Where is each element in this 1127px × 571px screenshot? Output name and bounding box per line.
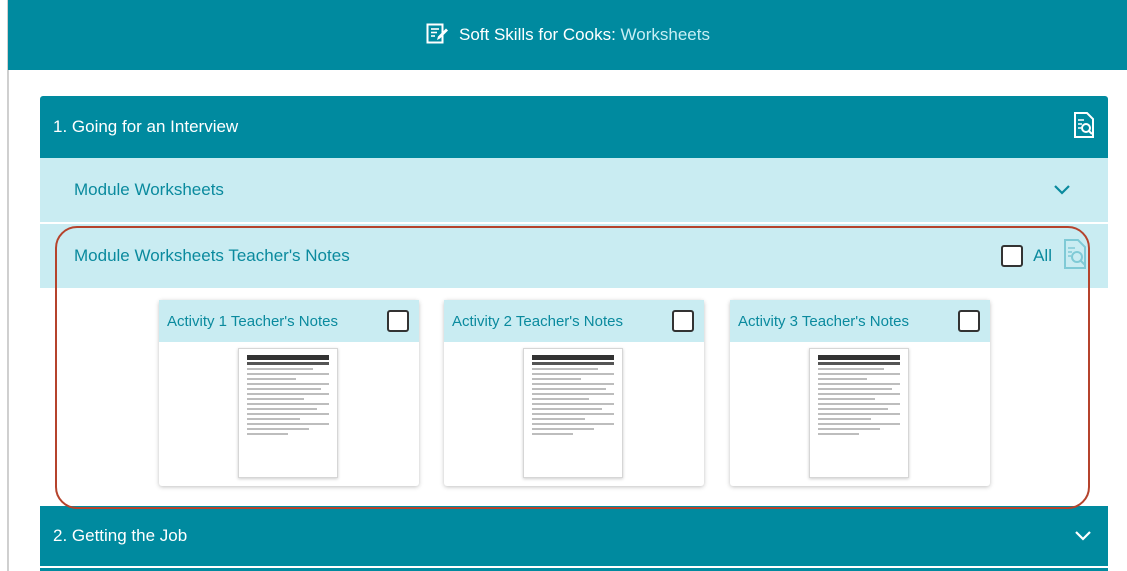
app-title: Soft Skills for Cooks: Worksheets: [459, 25, 710, 45]
card-title: Activity 3 Teacher's Notes: [738, 312, 909, 330]
card-checkbox[interactable]: [387, 310, 409, 332]
document-thumbnail[interactable]: [809, 348, 909, 478]
app-title-main: Soft Skills for Cooks:: [458, 25, 616, 44]
document-thumbnail[interactable]: [523, 348, 623, 478]
app-header: Soft Skills for Cooks: Worksheets: [8, 0, 1127, 70]
subsection-title: Module Worksheets Teacher's Notes: [74, 246, 350, 265]
next-section-edge: [40, 566, 1108, 571]
select-all-checkbox[interactable]: [1001, 245, 1024, 267]
chevron-down-icon[interactable]: [1050, 178, 1074, 202]
card-checkbox[interactable]: [958, 310, 980, 332]
subsection-teachers-notes[interactable]: Module Worksheets Teacher's Notes All: [40, 224, 1108, 288]
left-edge: [0, 0, 8, 571]
document-thumbnail[interactable]: [238, 348, 338, 478]
card-activity-3[interactable]: Activity 3 Teacher's Notes: [730, 300, 990, 486]
card-activity-2[interactable]: Activity 2 Teacher's Notes: [444, 300, 704, 486]
app-frame: Soft Skills for Cooks: Worksheets 1. Goi…: [0, 0, 1127, 571]
card-title: Activity 1 Teacher's Notes: [167, 312, 338, 330]
section-header-getting-the-job[interactable]: 2. Getting the Job: [40, 506, 1108, 566]
document-search-icon[interactable]: [1073, 111, 1095, 143]
app-title-sub: Worksheets: [620, 25, 710, 44]
section-header-going-for-interview[interactable]: 1. Going for an Interview: [40, 96, 1108, 158]
chevron-down-icon[interactable]: [1071, 524, 1095, 548]
card-title: Activity 2 Teacher's Notes: [452, 312, 623, 330]
document-search-icon[interactable]: [1062, 238, 1088, 274]
subsection-title: Module Worksheets: [74, 180, 224, 199]
edit-document-icon: [425, 21, 449, 50]
card-checkbox[interactable]: [672, 310, 694, 332]
teachers-notes-cards: Activity 1 Teacher's Notes Activity 2 Te…: [40, 288, 1108, 505]
section-title: 1. Going for an Interview: [53, 117, 239, 136]
select-all-label: All: [1033, 246, 1052, 265]
card-activity-1[interactable]: Activity 1 Teacher's Notes: [159, 300, 419, 486]
subsection-module-worksheets[interactable]: Module Worksheets: [40, 158, 1108, 222]
section-title: 2. Getting the Job: [53, 526, 188, 545]
